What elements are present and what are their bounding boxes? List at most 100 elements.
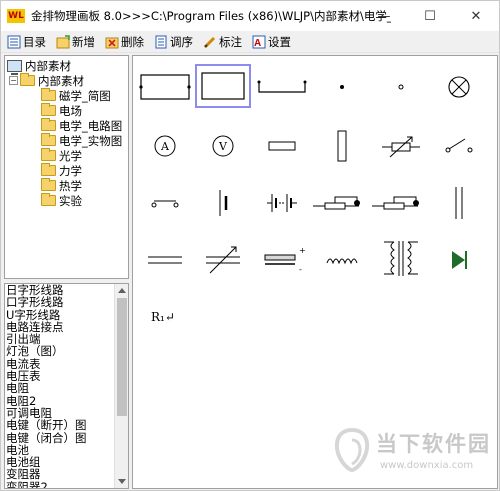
scroll-thumb[interactable] <box>117 298 127 416</box>
junction-dot-symbol[interactable] <box>315 68 369 106</box>
app-logo-icon: WL <box>7 9 25 23</box>
tree-root[interactable]: 内部素材 <box>7 58 71 75</box>
catalog-label: 目录 <box>23 34 46 49</box>
circuit-rect-symbol[interactable] <box>138 68 192 106</box>
svg-text:-: - <box>299 265 302 274</box>
list-item[interactable]: 电键（闭合）图 <box>5 431 128 444</box>
folder-icon <box>41 103 56 116</box>
tree-item-thermal[interactable]: 热学 <box>41 178 82 193</box>
tree-item-label: 磁学_简图 <box>59 88 111 103</box>
collapse-icon[interactable]: − <box>9 76 18 85</box>
capacitor-vertical-symbol[interactable] <box>432 184 486 222</box>
svg-text:+: + <box>299 246 306 255</box>
switch-closed-symbol[interactable] <box>138 184 192 222</box>
delete-label: 删除 <box>121 34 144 49</box>
switch-open-symbol[interactable] <box>432 127 486 165</box>
list-item[interactable]: 口字形线路 <box>5 296 128 309</box>
svg-text:A: A <box>254 38 261 49</box>
add-icon <box>56 34 70 49</box>
diode-symbol[interactable] <box>432 241 486 279</box>
resistor-symbol[interactable] <box>255 127 309 165</box>
list-item[interactable]: 变阻器 <box>5 468 128 481</box>
watermark-title: 当下软件园 <box>376 432 491 456</box>
annotate-label: 标注 <box>219 34 242 49</box>
tree-item-experiment[interactable]: 实验 <box>41 193 82 208</box>
scroll-down-icon[interactable] <box>118 479 126 484</box>
annotate-button[interactable]: 标注 <box>201 32 244 52</box>
minimize-button[interactable]: — <box>361 1 407 31</box>
folder-open-icon <box>20 73 35 86</box>
reorder-icon <box>154 35 168 49</box>
folder-icon <box>41 148 56 161</box>
catalog-icon <box>7 35 21 49</box>
voltmeter-symbol[interactable]: V <box>196 127 250 165</box>
toolbar: 目录 新增 删除 调序 标注 A 设置 <box>1 31 499 53</box>
tree-folder-internal[interactable]: − 内部素材 <box>9 73 84 88</box>
tree-item-physical-diagram[interactable]: 电学_实物图 <box>41 133 122 148</box>
reorder-label: 调序 <box>170 34 193 49</box>
maximize-button[interactable]: ☐ <box>407 1 453 31</box>
variable-capacitor-symbol[interactable] <box>196 241 250 279</box>
tree-item-label: 光学 <box>59 148 82 163</box>
window-title: 金排物理画板 8.0>>>C:\Program Files (x86)\WLJP… <box>31 9 391 23</box>
tree-item-label: 电场 <box>59 103 82 118</box>
tree-item-circuit-diagram[interactable]: 电学_电路图 <box>41 118 122 133</box>
list-scrollbar[interactable] <box>114 284 128 488</box>
folder-icon <box>41 163 56 176</box>
symbol-list-items: 日字形线路 口字形线路 U字形线路 电路连接点 引出端 灯泡（图） 电流表 电压… <box>5 284 128 488</box>
r1-label-symbol[interactable]: R₁↵ <box>151 310 175 324</box>
watermark: 当下软件园 www.downxia.com <box>328 424 496 484</box>
transformer-symbol[interactable] <box>374 238 428 276</box>
tree-root-label: 内部素材 <box>25 58 71 73</box>
tree-item-magnetism[interactable]: 磁学_简图 <box>41 88 111 103</box>
list-item[interactable]: 电阻 <box>5 382 128 395</box>
tree-item-label: 实验 <box>59 193 82 208</box>
terminal-symbol[interactable] <box>374 68 428 106</box>
rheostat-symbol[interactable] <box>311 184 371 222</box>
catalog-button[interactable]: 目录 <box>5 32 48 52</box>
tree-item-mechanics[interactable]: 力学 <box>41 163 82 178</box>
capacitor-symbol[interactable] <box>138 241 192 279</box>
battery-pack-symbol[interactable] <box>255 184 309 222</box>
close-button[interactable]: ✕ <box>453 1 499 31</box>
tree-folder-label: 内部素材 <box>38 73 84 88</box>
tree-item-label: 热学 <box>59 178 82 193</box>
circuit-square-symbol[interactable] <box>195 64 251 108</box>
folder-icon <box>41 88 56 101</box>
settings-button[interactable]: A 设置 <box>250 32 293 52</box>
resistor-vertical-symbol[interactable] <box>315 127 369 165</box>
voltmeter-letter: V <box>218 140 228 153</box>
ammeter-symbol[interactable]: A <box>138 127 192 165</box>
settings-label: 设置 <box>268 34 291 49</box>
settings-icon: A <box>252 35 266 49</box>
scroll-up-icon[interactable] <box>118 288 126 293</box>
watermark-logo-icon <box>332 427 372 473</box>
variable-resistor-symbol[interactable] <box>374 127 428 165</box>
watermark-url: www.downxia.com <box>380 460 474 471</box>
lamp-symbol[interactable] <box>432 68 486 106</box>
list-item[interactable]: 电键（断开）图 <box>5 419 128 432</box>
folder-icon <box>41 133 56 146</box>
list-item[interactable]: 灯泡（图） <box>5 345 128 358</box>
computer-icon <box>7 59 22 75</box>
tree-item-label: 电学_实物图 <box>59 133 123 148</box>
tree-item-label: 力学 <box>59 163 82 178</box>
folder-tree: 内部素材 − 内部素材 磁学_简图 电场 电学_电路图 电学_实物图 光学 力学… <box>4 55 129 279</box>
add-button[interactable]: 新增 <box>54 32 97 52</box>
polarized-capacitor-symbol[interactable]: + - <box>255 241 309 279</box>
inductor-symbol[interactable] <box>315 241 369 279</box>
u-shape-symbol[interactable] <box>255 68 309 106</box>
folder-icon <box>41 118 56 131</box>
battery-symbol[interactable] <box>196 184 250 222</box>
tree-item-electric-field[interactable]: 电场 <box>41 103 82 118</box>
list-item[interactable]: 变阻器2 <box>5 480 128 488</box>
rheostat2-symbol[interactable] <box>370 184 430 222</box>
delete-icon <box>105 35 119 49</box>
tree-item-optics[interactable]: 光学 <box>41 148 82 163</box>
annotate-icon <box>203 35 217 49</box>
delete-button[interactable]: 删除 <box>103 32 146 52</box>
ammeter-letter: A <box>160 140 170 153</box>
folder-icon <box>41 193 56 206</box>
tree-item-label: 电学_电路图 <box>59 118 123 133</box>
reorder-button[interactable]: 调序 <box>152 32 195 52</box>
